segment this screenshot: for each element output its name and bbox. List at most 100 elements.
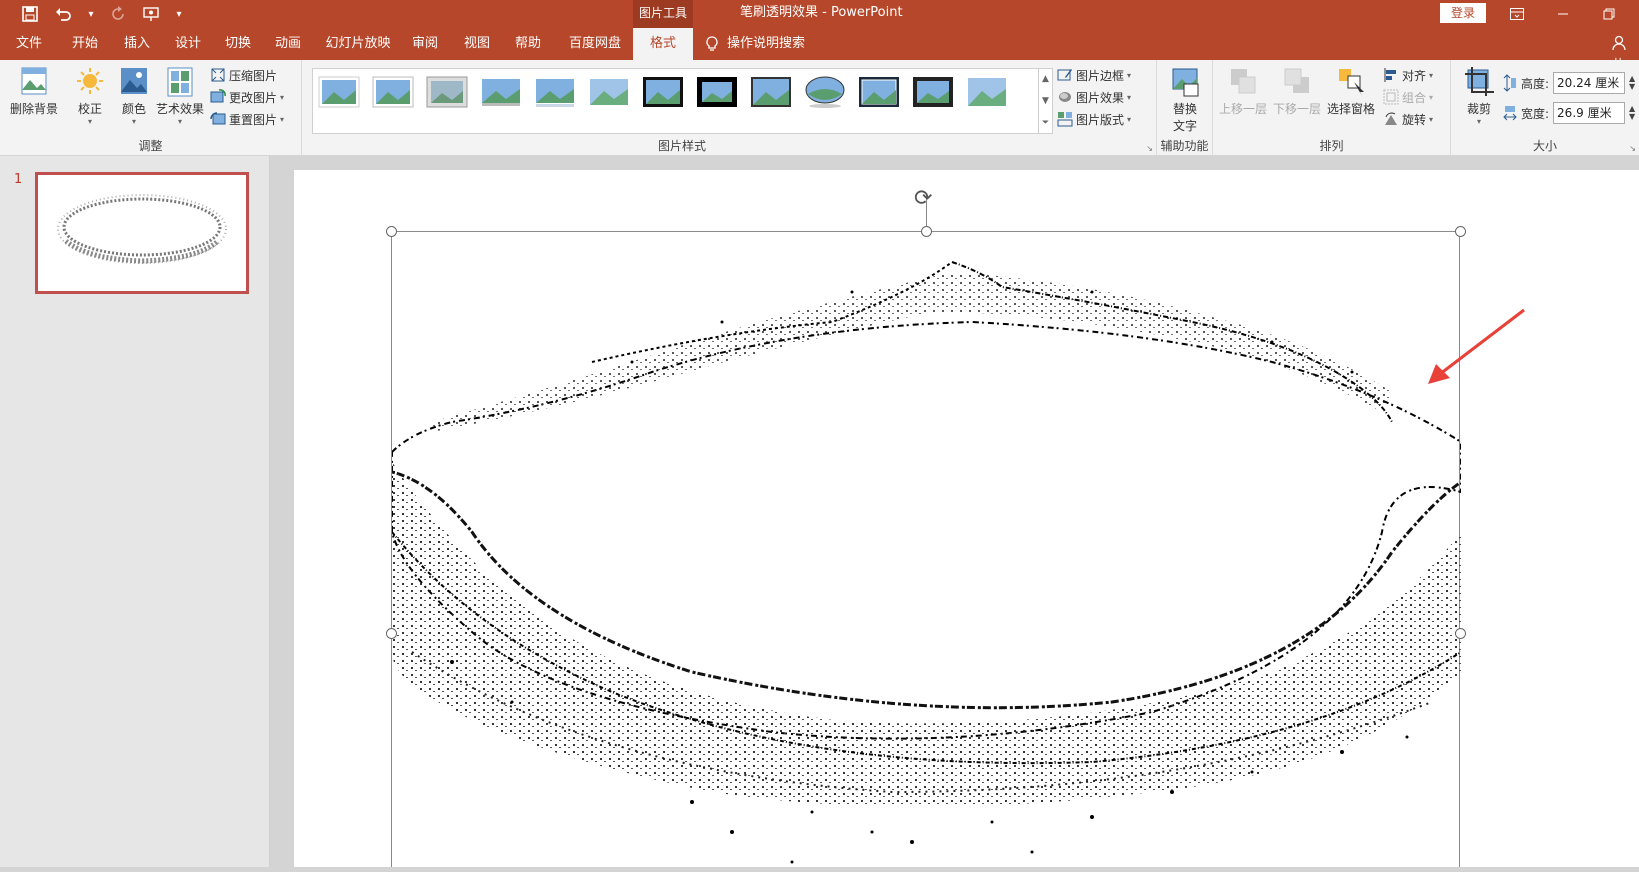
gallery-more-icon[interactable]: ⏷ — [1042, 118, 1049, 128]
compress-pictures-button[interactable]: 压缩图片 — [210, 65, 277, 85]
picture-styles-group-label: 图片样式 — [657, 139, 706, 153]
sun-icon — [77, 68, 103, 94]
tab-format[interactable]: 格式 — [633, 28, 693, 60]
bring-forward-button[interactable]: 上移一层 — [1217, 66, 1269, 117]
picture-style-thumb[interactable] — [912, 76, 954, 108]
save-icon[interactable] — [16, 4, 44, 24]
picture-style-thumb[interactable] — [696, 76, 738, 108]
picture-style-thumb[interactable] — [588, 76, 630, 108]
picture-style-thumb[interactable] — [318, 76, 360, 108]
resize-handle-top-right[interactable] — [1455, 226, 1466, 237]
tab-design[interactable]: 设计 — [163, 28, 213, 60]
color-button[interactable]: 颜色 ▾ — [114, 66, 154, 126]
undo-icon[interactable] — [50, 4, 78, 24]
artistic-effects-icon — [167, 67, 193, 97]
size-launcher-icon[interactable]: ↘ — [1629, 144, 1636, 153]
rotate-button[interactable]: 旋转 ▾ — [1383, 109, 1433, 129]
picture-border-button[interactable]: 图片边框 ▾ — [1057, 65, 1131, 85]
tab-help[interactable]: 帮助 — [503, 28, 553, 60]
crop-button[interactable]: 裁剪 ▾ — [1461, 66, 1497, 126]
crop-icon — [1465, 67, 1494, 96]
group-objects-button[interactable]: 组合 ▾ — [1383, 87, 1433, 107]
accessibility-group: 替换 文字 辅助功能 — [1157, 60, 1213, 156]
picture-layout-button[interactable]: 图片版式 ▾ — [1057, 109, 1131, 129]
height-input[interactable]: 20.24 厘米 — [1553, 72, 1626, 94]
resize-handle-left[interactable] — [386, 628, 397, 639]
tab-insert[interactable]: 插入 — [112, 28, 162, 60]
resize-handle-top-left[interactable] — [386, 226, 397, 237]
send-backward-button[interactable]: 下移一层 — [1271, 66, 1323, 117]
reset-picture-button[interactable]: 重置图片 ▾ — [210, 109, 284, 129]
height-row: 高度: 20.24 厘米 ▲ ▼ — [1503, 72, 1635, 94]
tab-home[interactable]: 开始 — [60, 28, 110, 60]
accessibility-group-label: 辅助功能 — [1160, 139, 1209, 153]
alt-text-button[interactable]: 替换 文字 — [1163, 66, 1207, 134]
gallery-scrollbar[interactable]: ▲ ▼ ⏷ — [1038, 68, 1052, 134]
effects-icon — [1059, 92, 1071, 102]
annotation-arrow — [1428, 308, 1525, 384]
person-icon — [1612, 35, 1626, 51]
resize-handle-top[interactable] — [921, 226, 932, 237]
align-button[interactable]: 对齐 ▾ — [1383, 65, 1433, 85]
tab-transitions[interactable]: 切换 — [213, 28, 263, 60]
slide-number: 1 — [14, 172, 23, 187]
width-row: 宽度: 26.9 厘米 ▲ ▼ — [1503, 102, 1635, 124]
picture-style-thumb[interactable] — [804, 76, 846, 108]
picture-style-thumb[interactable] — [372, 76, 414, 108]
tab-baidu-netdisk[interactable]: 百度网盘 — [555, 28, 635, 60]
picture-styles-launcher-icon[interactable]: ↘ — [1146, 144, 1153, 153]
tab-file[interactable]: 文件 — [0, 28, 58, 60]
restore-icon[interactable] — [1586, 0, 1632, 28]
lightbulb-icon — [706, 36, 718, 51]
group-icon — [1383, 89, 1399, 105]
selection-pane-icon — [1339, 69, 1364, 96]
picture-style-thumb[interactable] — [858, 76, 900, 108]
compress-icon — [211, 68, 225, 82]
selected-picture[interactable] — [386, 198, 1466, 867]
corrections-button[interactable]: 校正 ▾ — [70, 66, 110, 126]
title-bar: ▾ ▾ 图片工具 笔刷透明效果 - PowerPoint 登录 — [0, 0, 1639, 28]
tell-me-search[interactable]: 操作说明搜索 — [705, 28, 805, 60]
scroll-up-icon[interactable]: ▲ — [1042, 74, 1049, 84]
remove-background-button[interactable]: 删除背景 — [8, 66, 60, 117]
login-button[interactable]: 登录 — [1440, 3, 1486, 23]
picture-style-thumb[interactable] — [642, 76, 684, 108]
width-icon — [1503, 106, 1517, 121]
scroll-down-icon[interactable]: ▼ — [1042, 96, 1049, 106]
picture-style-thumb[interactable] — [750, 76, 792, 108]
picture-effects-button[interactable]: 图片效果 ▾ — [1057, 87, 1131, 107]
brush-stroke-image — [391, 261, 1462, 864]
slide-thumbnail[interactable] — [35, 172, 249, 294]
rotate-handle-icon[interactable]: ⟳ — [914, 186, 932, 211]
picture-tools-context-label: 图片工具 — [633, 0, 693, 28]
tab-review[interactable]: 审阅 — [400, 28, 450, 60]
send-backward-icon — [1284, 68, 1309, 93]
reset-picture-icon — [210, 112, 226, 125]
artistic-effects-button[interactable]: 艺术效果 ▾ — [152, 66, 208, 126]
redo-icon[interactable] — [104, 4, 132, 24]
size-group: 裁剪 ▾ 高度: 20.24 厘米 ▲ ▼ 宽度: 26.9 厘米 ▲ ▼ 大小 ↘ — [1451, 60, 1639, 156]
selection-pane-button[interactable]: 选择窗格 — [1325, 66, 1377, 117]
tab-view[interactable]: 视图 — [452, 28, 502, 60]
ribbon-display-options-icon[interactable] — [1494, 0, 1540, 28]
adjust-group: 删除背景 校正 ▾ 颜色 ▾ 艺术效果 ▾ 压缩图片 更改图片 ▾ 重置图片 ▾… — [0, 60, 302, 156]
picture-style-thumb[interactable] — [966, 76, 1008, 108]
undo-dropdown-icon[interactable]: ▾ — [84, 4, 98, 24]
customize-qat-icon[interactable]: ▾ — [172, 4, 186, 24]
minimize-icon[interactable] — [1540, 0, 1586, 28]
document-title: 笔刷透明效果 - PowerPoint — [740, 5, 903, 20]
change-picture-button[interactable]: 更改图片 ▾ — [210, 87, 284, 107]
present-from-start-icon[interactable] — [138, 4, 166, 24]
tab-slideshow[interactable]: 幻灯片放映 — [318, 28, 398, 60]
resize-handle-right[interactable] — [1455, 628, 1466, 639]
picture-style-thumb[interactable] — [534, 76, 576, 108]
rotate-icon — [1385, 112, 1397, 125]
slide-thumbnail-pane: 1 — [0, 156, 270, 867]
width-input[interactable]: 26.9 厘米 — [1553, 102, 1626, 124]
picture-style-thumb[interactable] — [480, 76, 522, 108]
tab-animations[interactable]: 动画 — [263, 28, 313, 60]
layout-icon — [1057, 112, 1073, 127]
height-icon — [1503, 74, 1516, 92]
picture-style-thumb[interactable] — [426, 76, 468, 108]
height-label: 高度: — [1521, 76, 1550, 91]
